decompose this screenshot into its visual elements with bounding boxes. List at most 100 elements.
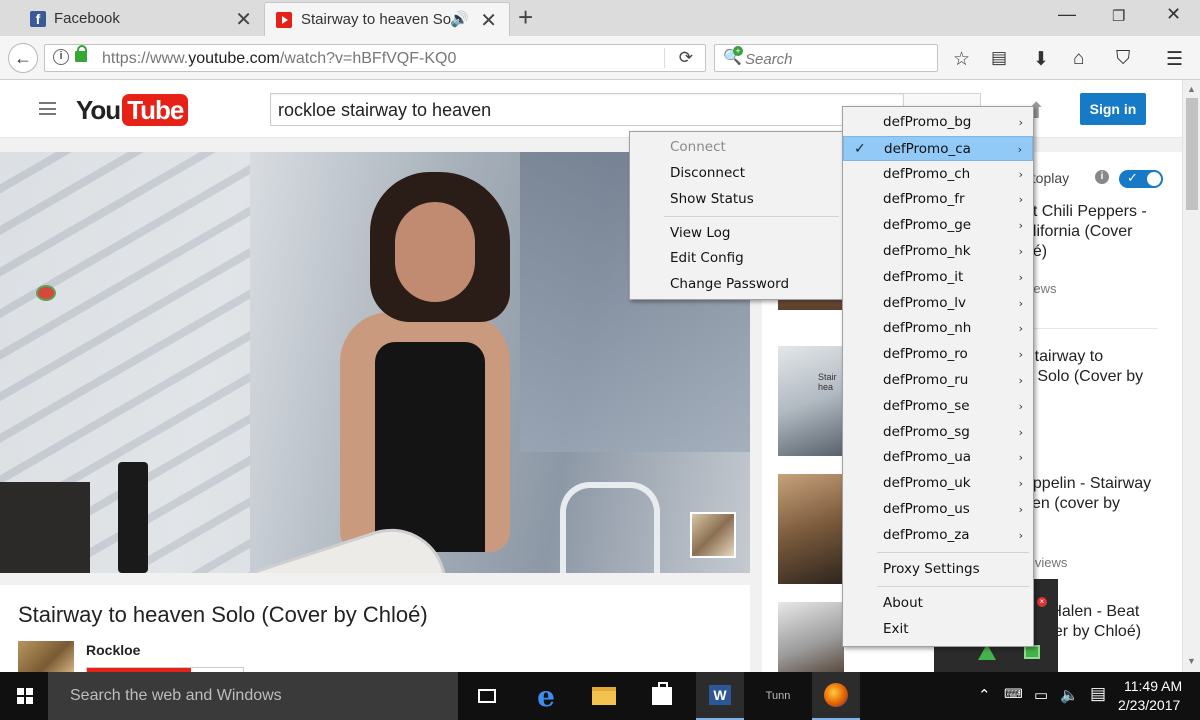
scrollbar-thumb[interactable] xyxy=(1186,98,1198,210)
taskbar-search-box[interactable]: Search the web and Windows xyxy=(48,672,458,720)
bass-guitar-image xyxy=(118,462,148,573)
submenu-arrow-icon: › xyxy=(1018,322,1023,336)
menu-item-view-log[interactable]: View Log xyxy=(630,221,843,246)
channel-avatar[interactable] xyxy=(18,641,74,672)
menu-item-label: defPromo_lv xyxy=(883,294,966,311)
notifications-icon[interactable]: ▤ xyxy=(1090,684,1106,704)
menu-item-profile[interactable]: defPromo_ch › xyxy=(843,162,1033,187)
download-icon[interactable]: ⬇ xyxy=(1033,48,1049,71)
info-icon[interactable]: i xyxy=(53,49,69,65)
menu-item-change-password[interactable]: Change Password xyxy=(630,272,843,297)
guide-menu-icon[interactable] xyxy=(39,102,56,115)
browser-search-field[interactable]: 🔍 + Search xyxy=(714,44,938,72)
related-video-title[interactable]: eppelin - Stairway ven (cover by xyxy=(1024,474,1151,514)
menu-item-profile[interactable]: ✓ defPromo_ca › xyxy=(843,135,1033,161)
new-tab-button[interactable]: + xyxy=(518,2,533,33)
youtube-favicon-icon xyxy=(276,12,292,28)
menu-item-label: defPromo_uk xyxy=(883,475,971,492)
edge-icon: e xyxy=(537,679,555,713)
clock-time[interactable]: 11:49 AM xyxy=(1124,678,1182,694)
browser-tab-strip: f Facebook ✕ Stairway to heaven So 🔊 ✕ +… xyxy=(0,0,1200,36)
menu-item-profile[interactable]: defPromo_ge › xyxy=(843,213,1033,238)
menu-item-proxy-settings[interactable]: Proxy Settings xyxy=(843,557,1033,582)
menu-item-profile[interactable]: defPromo_lv › xyxy=(843,291,1033,316)
close-tab-icon[interactable]: ✕ xyxy=(480,8,497,33)
reload-icon[interactable]: ⟳ xyxy=(679,48,693,68)
speaker-icon[interactable]: 🔊 xyxy=(450,10,469,28)
restore-button[interactable]: ❐ xyxy=(1112,7,1125,25)
menu-item-connect[interactable]: Connect xyxy=(630,135,843,160)
info-icon[interactable]: i xyxy=(1095,170,1109,184)
network-icon[interactable]: ▭ xyxy=(1034,686,1048,704)
taskbar-search-placeholder: Search the web and Windows xyxy=(70,687,282,704)
close-tab-icon[interactable]: ✕ xyxy=(235,7,252,32)
divider xyxy=(664,48,665,68)
home-icon[interactable]: ⌂ xyxy=(1073,48,1084,70)
minimize-button[interactable]: — xyxy=(1058,4,1076,25)
menu-item-label: defPromo_ch xyxy=(883,165,971,182)
close-window-button[interactable]: ✕ xyxy=(1166,4,1181,25)
tab-youtube[interactable]: Stairway to heaven So 🔊 ✕ xyxy=(264,2,510,36)
menu-item-profile[interactable]: defPromo_uk › xyxy=(843,471,1033,496)
bookmark-star-icon[interactable]: ☆ xyxy=(953,48,970,71)
menu-item-edit-config[interactable]: Edit Config xyxy=(630,246,843,271)
youtube-logo[interactable]: You Tube xyxy=(76,94,189,126)
sign-in-button[interactable]: Sign in xyxy=(1080,93,1146,125)
reading-list-icon[interactable]: ▤ xyxy=(991,48,1007,68)
menu-item-profile[interactable]: defPromo_ua › xyxy=(843,445,1033,470)
menu-item-exit[interactable]: Exit xyxy=(843,617,1033,642)
menu-item-profile[interactable]: defPromo_nh › xyxy=(843,316,1033,341)
clock-date[interactable]: 2/23/2017 xyxy=(1118,697,1180,713)
tab-label: Facebook xyxy=(54,10,120,27)
keyboard-icon[interactable]: ⌨ xyxy=(1004,686,1023,702)
menu-icon[interactable]: ☰ xyxy=(1166,48,1183,71)
related-video-title[interactable]: ot Chili Peppers - alifornia (Cover oé) xyxy=(1024,202,1147,262)
menu-item-profile[interactable]: defPromo_za › xyxy=(843,523,1033,548)
menu-item-profile[interactable]: defPromo_se › xyxy=(843,394,1033,419)
taskbar-vpn-app[interactable]: Tunn xyxy=(754,672,802,720)
back-button[interactable]: ← xyxy=(8,43,38,73)
scroll-up-icon[interactable]: ▲ xyxy=(1187,84,1196,94)
menu-item-profile[interactable]: defPromo_us › xyxy=(843,497,1033,522)
scroll-down-icon[interactable]: ▼ xyxy=(1187,656,1196,666)
channel-name[interactable]: Rockloe xyxy=(86,642,140,658)
taskbar-word[interactable]: W xyxy=(696,672,744,720)
search-query: rockloe stairway to heaven xyxy=(278,100,492,120)
vpn-app-label: Tunn xyxy=(765,690,791,702)
pocket-icon[interactable]: ⛉ xyxy=(1116,48,1130,70)
submenu-arrow-icon: › xyxy=(1018,425,1023,439)
youtube-search-input[interactable]: rockloe stairway to heaven xyxy=(270,93,904,126)
page-scrollbar[interactable]: ▲ ▼ xyxy=(1182,80,1200,672)
menu-item-profile[interactable]: defPromo_fr › xyxy=(843,187,1033,212)
menu-item-about[interactable]: About xyxy=(843,591,1033,616)
taskbar-firefox[interactable] xyxy=(812,672,860,720)
url-text[interactable]: https://www.youtube.com/watch?v=hBFfVQF-… xyxy=(102,50,456,68)
address-bar[interactable]: i https://www.youtube.com/watch?v=hBFfVQ… xyxy=(44,44,706,72)
submenu-arrow-icon: › xyxy=(1018,451,1023,465)
taskbar-store[interactable] xyxy=(638,672,686,720)
menu-item-profile[interactable]: defPromo_bg › xyxy=(843,110,1033,135)
tab-facebook[interactable]: f Facebook ✕ xyxy=(0,2,262,36)
taskbar-edge[interactable]: e xyxy=(522,672,570,720)
submenu-arrow-icon: › xyxy=(1017,142,1022,156)
chevron-up-icon[interactable]: ⌃ xyxy=(978,686,991,704)
video-thumbnail[interactable] xyxy=(778,602,844,672)
video-thumbnail[interactable]: Stair hea xyxy=(778,346,844,456)
volume-icon[interactable]: 🔈 xyxy=(1060,686,1079,704)
menu-item-disconnect[interactable]: Disconnect xyxy=(630,161,843,186)
taskbar-file-explorer[interactable] xyxy=(580,672,628,720)
video-thumbnail[interactable] xyxy=(778,474,844,584)
tab-label: Stairway to heaven So xyxy=(301,11,451,28)
related-video-title[interactable]: Stairway to n Solo (Cover by xyxy=(1024,347,1143,387)
task-view-button[interactable] xyxy=(463,672,511,720)
start-button[interactable] xyxy=(0,672,48,720)
menu-item-show-status[interactable]: Show Status xyxy=(630,187,843,212)
autoplay-toggle[interactable]: ✓ xyxy=(1119,170,1163,188)
menu-item-profile[interactable]: defPromo_ru › xyxy=(843,368,1033,393)
menu-item-label: defPromo_ca xyxy=(884,140,971,157)
menu-item-profile[interactable]: defPromo_it › xyxy=(843,265,1033,290)
menu-item-profile[interactable]: defPromo_ro › xyxy=(843,342,1033,367)
vpn-tray-icon[interactable] xyxy=(1024,645,1040,659)
menu-item-profile[interactable]: defPromo_sg › xyxy=(843,420,1033,445)
menu-item-profile[interactable]: defPromo_hk › xyxy=(843,239,1033,264)
